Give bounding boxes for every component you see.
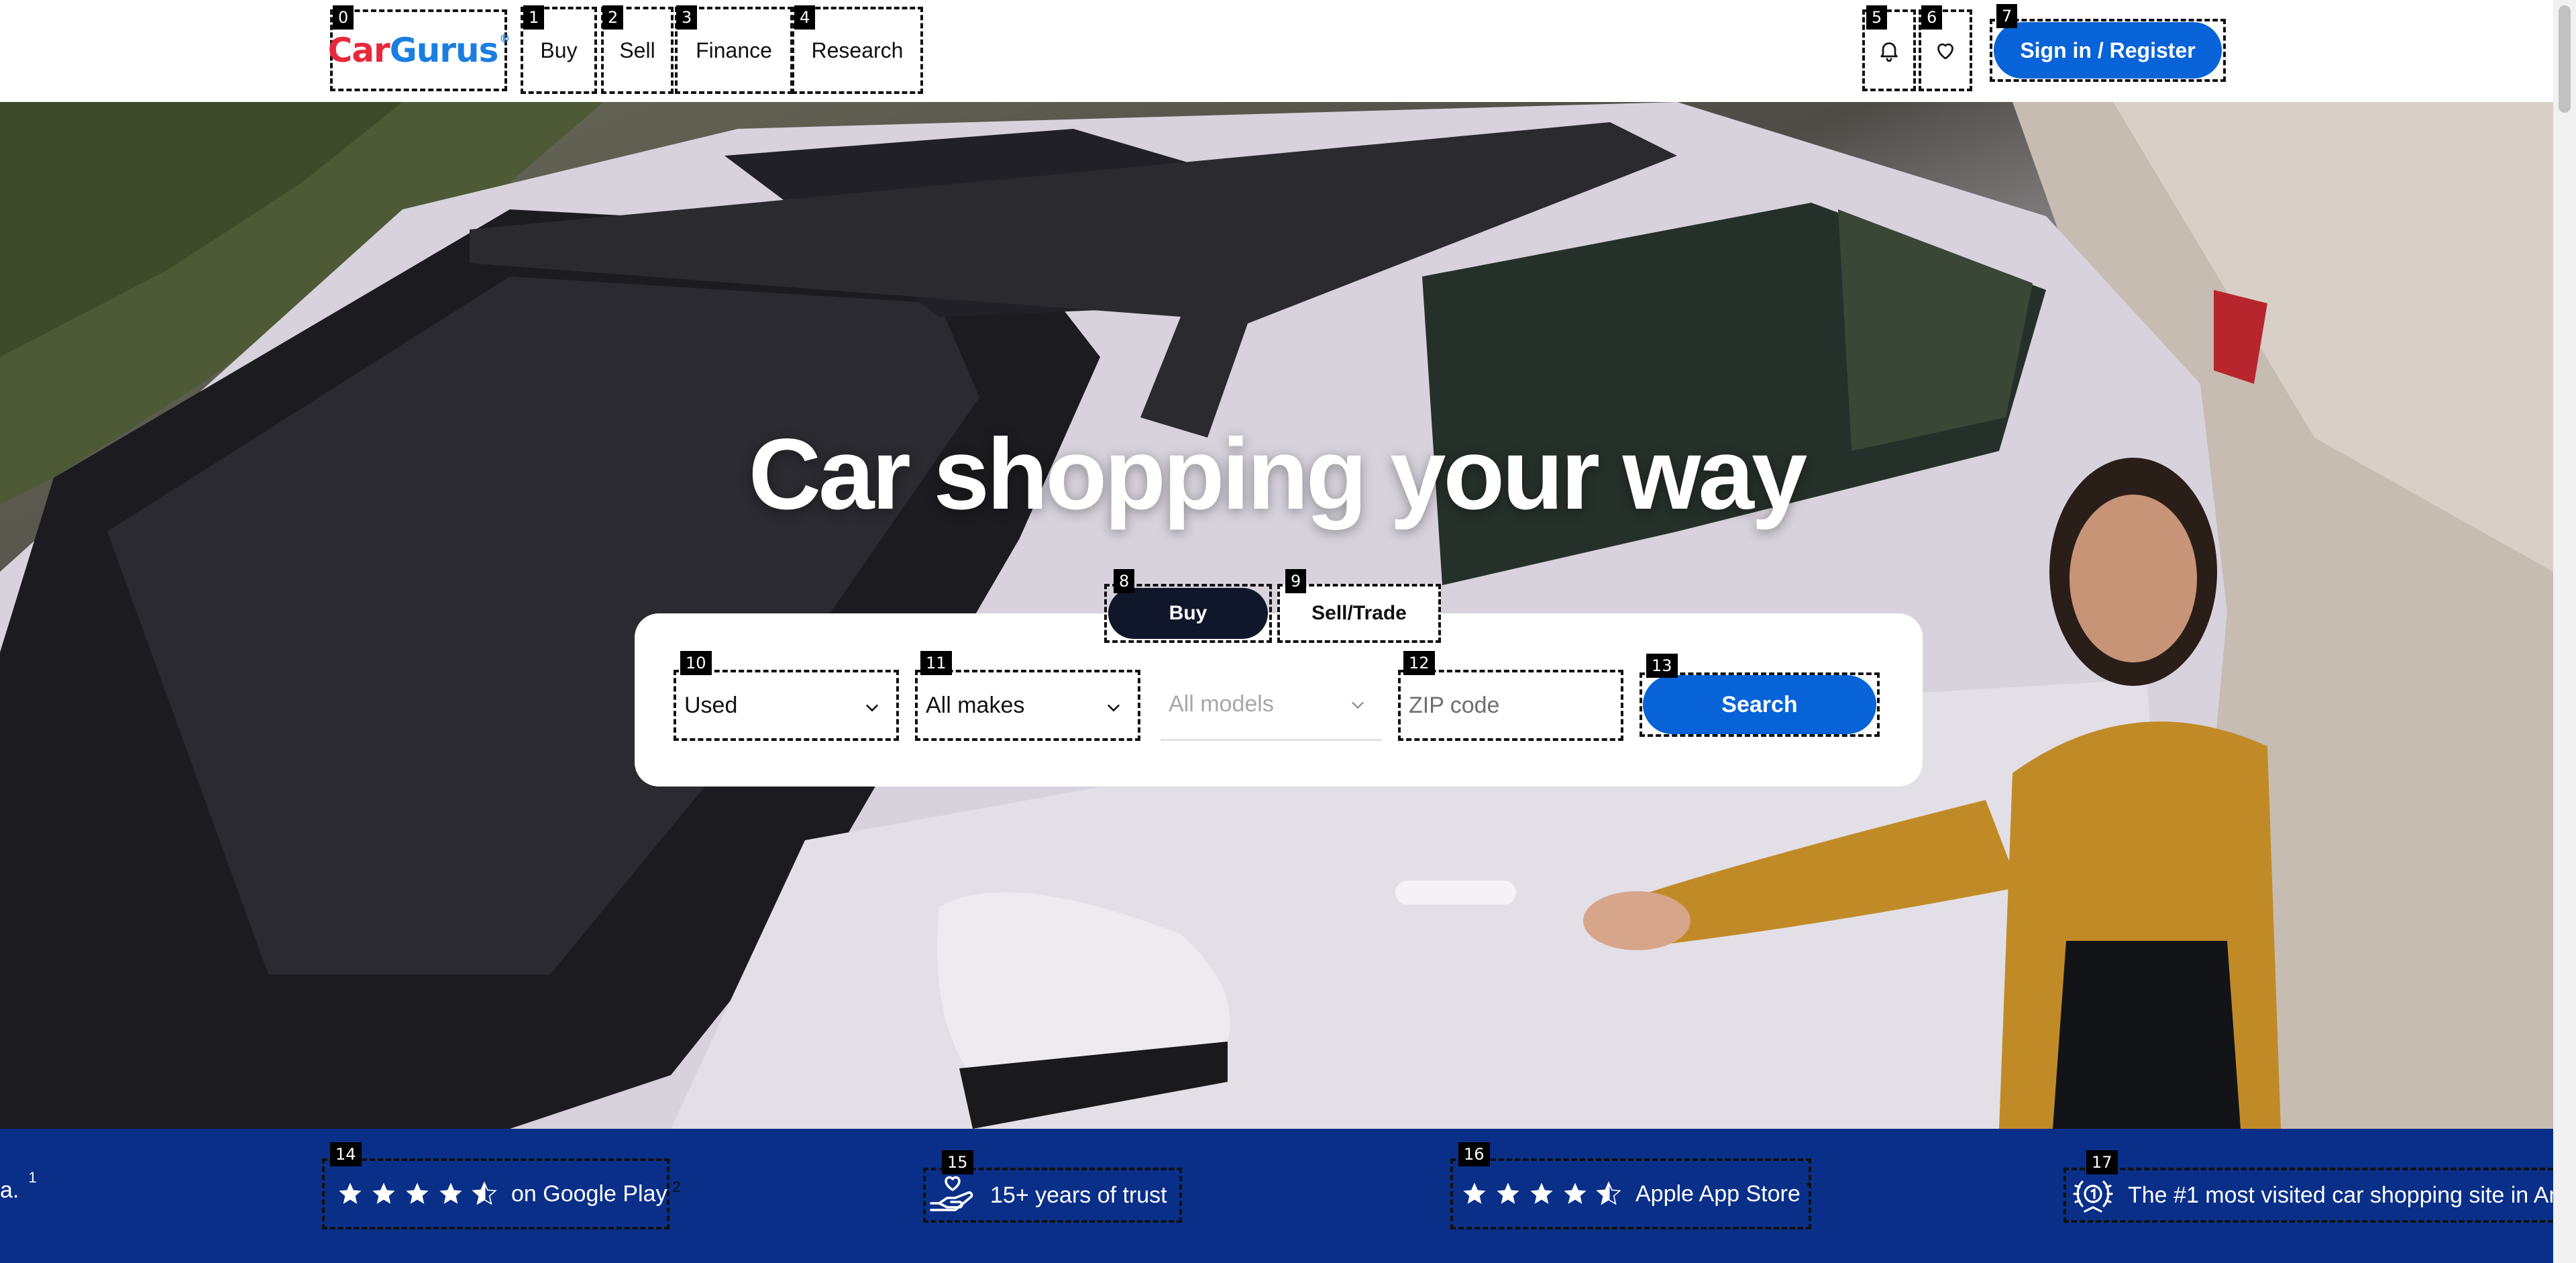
tab-buy-label: Buy	[1108, 588, 1268, 639]
marker-tag: 15	[942, 1150, 973, 1174]
bell-icon	[1880, 42, 1898, 62]
marker-tag: 2	[602, 5, 624, 30]
star-icon	[1497, 1182, 1519, 1204]
model-value: All models	[1169, 691, 1274, 717]
heart-icon	[1937, 43, 1953, 60]
marker-tag: 16	[1458, 1142, 1490, 1166]
star-icon	[339, 1182, 362, 1204]
star-half-icon	[1596, 1181, 1621, 1205]
marker-tag: 1	[523, 5, 545, 30]
footnote-marker: *	[1805, 1178, 1812, 1195]
marker-tag: 11	[920, 651, 952, 675]
most-visited-site[interactable]: The #1 most visited car shopping site in…	[2063, 1168, 2553, 1223]
most-visited-label: The #1 most visited car shopping site in…	[2128, 1182, 2553, 1208]
star-icon	[372, 1182, 395, 1204]
sign-in-label: Sign in / Register	[1994, 22, 2222, 79]
star-half-icon	[472, 1181, 497, 1205]
marker-tag: 8	[1114, 569, 1135, 593]
logo-wordmark: CarGurus ®	[327, 31, 511, 70]
trust-band-lead: a. 1	[0, 1169, 37, 1203]
rating-stars	[337, 1180, 498, 1207]
cargurus-logo[interactable]: CarGurus ®	[327, 9, 511, 91]
rating-stars	[1461, 1180, 1622, 1207]
search-button-label: Search	[1643, 675, 1876, 734]
star-icon	[439, 1182, 462, 1204]
marker-tag: 14	[330, 1142, 362, 1166]
marker-tag: 4	[794, 5, 816, 30]
scrollbar-thumb[interactable]	[2559, 5, 2571, 113]
hero-title: Car shopping your way	[748, 417, 1808, 530]
apple-app-store-label: Apple App Store	[1635, 1180, 1801, 1207]
page-scrollbar[interactable]	[2553, 0, 2576, 1263]
chevron-down-icon	[865, 704, 879, 712]
marker-tag: 5	[1866, 5, 1888, 30]
zip-placeholder: ZIP code	[1409, 692, 1500, 718]
model-select: All models	[1161, 670, 1382, 741]
marker-tag: 13	[1646, 654, 1678, 678]
star-icon	[1530, 1182, 1553, 1204]
condition-select[interactable]: Used	[674, 670, 899, 741]
star-icon	[1564, 1182, 1587, 1204]
laurel-award-icon	[2073, 1180, 2113, 1213]
apple-app-store-rating[interactable]: Apple App Store *	[1450, 1158, 1811, 1229]
hand-heart-icon	[930, 1176, 973, 1211]
marker-tag: 0	[333, 5, 354, 30]
marker-tag: 17	[2086, 1150, 2118, 1174]
chevron-down-icon	[1351, 701, 1364, 709]
star-icon	[406, 1182, 429, 1204]
marker-tag: 12	[1403, 651, 1435, 675]
site-header: 0 CarGurus ® 1 Buy 2 Sell 3 Finance 4 Res…	[0, 0, 2553, 102]
marker-tag: 6	[1921, 5, 1943, 30]
google-play-rating[interactable]: on Google Play 2	[322, 1158, 681, 1229]
marker-tag: 3	[676, 5, 698, 30]
make-select[interactable]: All makes	[915, 670, 1140, 741]
sign-in-register-button[interactable]: Sign in / Register	[1990, 19, 2226, 82]
condition-value: Used	[684, 692, 738, 718]
make-value: All makes	[926, 692, 1025, 718]
search-mode-tabs: Buy Sell/Trade	[1104, 584, 1441, 646]
google-play-label: on Google Play	[511, 1180, 667, 1207]
marker-tag: 7	[1996, 4, 2018, 28]
search-button[interactable]: Search	[1640, 672, 1880, 737]
star-icon	[1463, 1182, 1486, 1204]
years-of-trust[interactable]: 15+ years of trust	[923, 1168, 1182, 1223]
footnote-marker: 2	[672, 1178, 681, 1195]
years-of-trust-label: 15+ years of trust	[990, 1182, 1167, 1208]
marker-tag: 10	[680, 651, 712, 675]
marker-tag: 9	[1285, 569, 1307, 593]
chevron-down-icon	[1107, 704, 1120, 712]
zip-code-input[interactable]: ZIP code	[1398, 670, 1623, 741]
